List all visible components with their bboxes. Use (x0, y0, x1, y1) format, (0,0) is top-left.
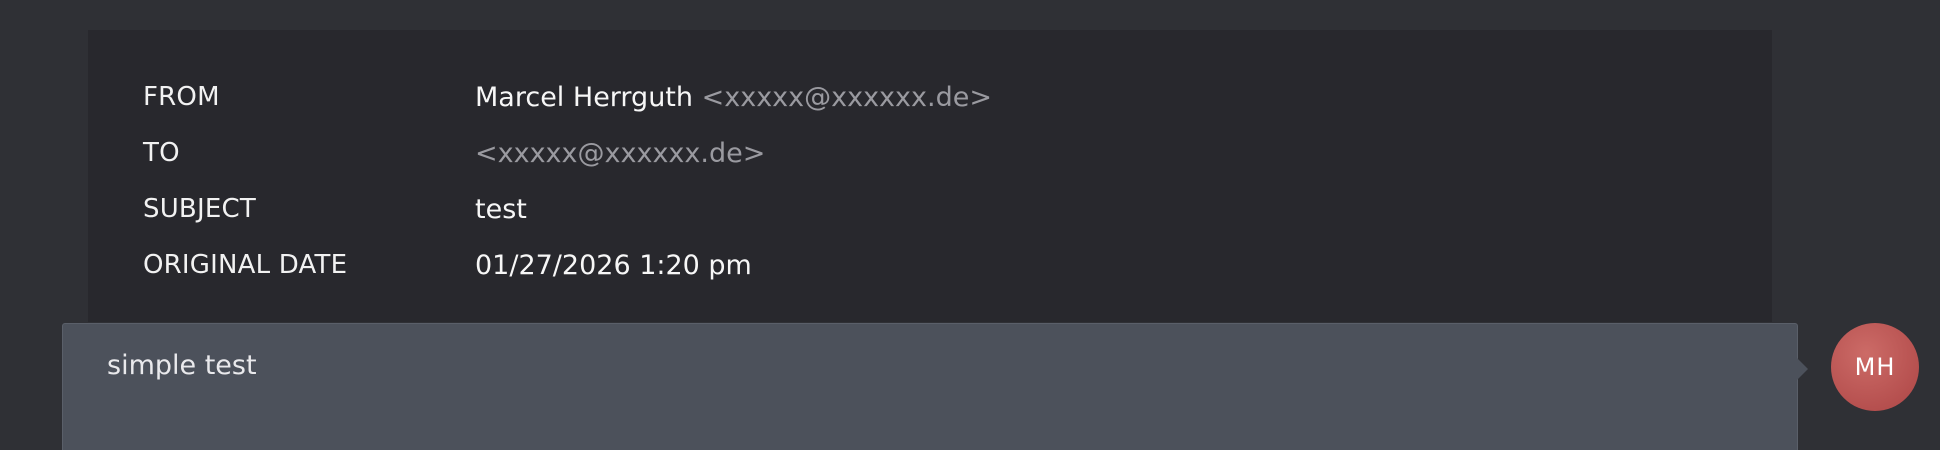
subject-row: SUBJECT test (143, 189, 1743, 229)
from-value: Marcel Herrguth <xxxxx@xxxxxx.de> (475, 82, 992, 113)
from-label: FROM (143, 82, 220, 112)
subject-label: SUBJECT (143, 194, 256, 224)
avatar[interactable]: MH (1831, 323, 1919, 411)
message-bubble-pointer (1796, 357, 1808, 381)
avatar-initials: MH (1854, 353, 1896, 381)
message-view: FROM Marcel Herrguth <xxxxx@xxxxxx.de> T… (0, 0, 1940, 450)
message-bubble: simple test (62, 323, 1798, 450)
original-date-label: ORIGINAL DATE (143, 250, 348, 280)
original-date-value: 01/27/2026 1:20 pm (475, 249, 752, 281)
message-text: simple test (107, 350, 257, 381)
to-row: TO <xxxxx@xxxxxx.de> (143, 133, 1743, 173)
original-date-row: ORIGINAL DATE 01/27/2026 1:20 pm (143, 245, 1743, 285)
subject-value: test (475, 193, 527, 225)
message-header-card: FROM Marcel Herrguth <xxxxx@xxxxxx.de> T… (88, 30, 1772, 322)
recipient-email: <xxxxx@xxxxxx.de> (475, 137, 766, 169)
from-row: FROM Marcel Herrguth <xxxxx@xxxxxx.de> (143, 77, 1743, 117)
sender-email: <xxxxx@xxxxxx.de> (701, 81, 992, 113)
to-label: TO (143, 138, 180, 168)
sender-name: Marcel Herrguth (475, 81, 694, 113)
